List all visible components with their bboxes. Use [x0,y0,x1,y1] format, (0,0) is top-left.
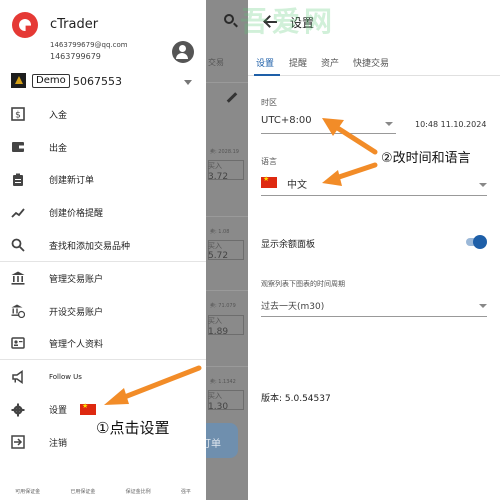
arrow-to-language [322,162,378,186]
arrow-to-settings [104,365,202,405]
step2-annotation: ②改时间和语言 [381,151,471,166]
annotation-overlay [104,118,378,405]
arrow-to-timezone [322,118,378,155]
screen-root: cTrader 1463799679@qq.com 1463799679 Dem… [0,0,500,500]
step1-annotation: ①点击设置 [96,419,170,437]
